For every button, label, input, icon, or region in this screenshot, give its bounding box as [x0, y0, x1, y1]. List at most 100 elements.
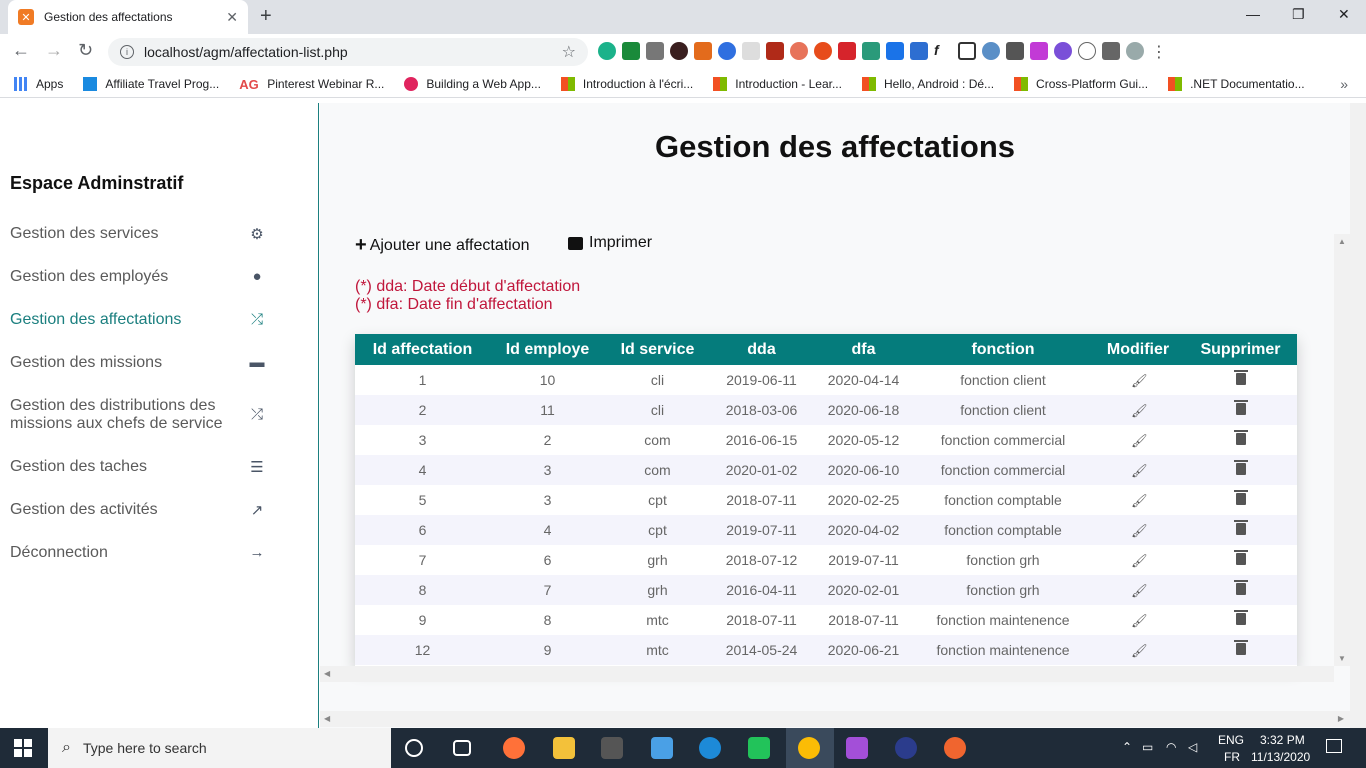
- edit-brush-icon[interactable]: 🖌: [1131, 433, 1148, 448]
- edit-brush-icon[interactable]: 🖌: [1131, 463, 1148, 478]
- extension-icon[interactable]: [694, 42, 712, 60]
- edit-brush-icon[interactable]: 🖌: [1131, 493, 1148, 508]
- extension-icon[interactable]: [910, 42, 928, 60]
- extension-icon[interactable]: [1078, 42, 1096, 60]
- sidebar-item-missions[interactable]: Gestion des missions: [10, 354, 270, 372]
- extension-icon[interactable]: [718, 42, 736, 60]
- sidebar-item-deconnection[interactable]: Déconnection: [10, 544, 270, 562]
- extension-icon[interactable]: [670, 42, 688, 60]
- bookmark-item[interactable]: Affiliate Travel Prog...: [83, 76, 219, 91]
- bookmarks-more-icon[interactable]: »: [1340, 76, 1348, 92]
- trash-icon[interactable]: [1233, 580, 1248, 595]
- camera-icon[interactable]: [646, 42, 664, 60]
- chrome-icon[interactable]: [798, 737, 820, 759]
- cortana-icon[interactable]: [405, 739, 423, 757]
- new-tab-icon[interactable]: +: [260, 5, 272, 28]
- extension-icon[interactable]: [886, 42, 904, 60]
- pdf-icon[interactable]: [838, 42, 856, 60]
- minimize-icon[interactable]: —: [1246, 6, 1260, 22]
- postman-icon[interactable]: [944, 737, 966, 759]
- restore-icon[interactable]: ❐: [1292, 6, 1305, 23]
- edit-brush-icon[interactable]: 🖌: [1131, 613, 1148, 628]
- info-icon[interactable]: i: [120, 45, 134, 59]
- avatar[interactable]: [1126, 42, 1144, 60]
- trash-icon[interactable]: [1233, 460, 1248, 475]
- edit-brush-icon[interactable]: 🖌: [1131, 373, 1148, 388]
- trash-icon[interactable]: [1233, 370, 1248, 385]
- trash-icon[interactable]: [1233, 430, 1248, 445]
- trash-icon[interactable]: [1233, 550, 1248, 565]
- edit-brush-icon[interactable]: 🖌: [1131, 553, 1148, 568]
- trash-icon[interactable]: [1233, 400, 1248, 415]
- volume-icon[interactable]: ◁: [1188, 740, 1197, 754]
- sidebar-item-taches[interactable]: Gestion des taches: [10, 458, 270, 476]
- bookmark-item[interactable]: Hello, Android : Dé...: [861, 76, 994, 91]
- phpstorm-icon[interactable]: [846, 737, 868, 759]
- extension-icon[interactable]: [598, 42, 616, 60]
- notifications-icon[interactable]: [1326, 739, 1342, 753]
- bookmark-item[interactable]: .NET Documentatio...: [1168, 76, 1305, 91]
- trash-icon[interactable]: [1233, 640, 1248, 655]
- store-icon[interactable]: [601, 737, 623, 759]
- extension-icon[interactable]: [862, 42, 880, 60]
- bookmark-item[interactable]: AG Pinterest Webinar R...: [239, 77, 384, 92]
- inner-horizontal-scrollbar[interactable]: ◀: [320, 666, 1334, 682]
- eclipse-icon[interactable]: [895, 737, 917, 759]
- extension-icon[interactable]: [622, 42, 640, 60]
- close-window-icon[interactable]: ✕: [1338, 6, 1350, 23]
- bookmark-item[interactable]: Cross-Platform Gui...: [1014, 76, 1148, 91]
- extension-icon[interactable]: [790, 42, 808, 60]
- forward-icon[interactable]: →: [45, 40, 63, 61]
- bookmark-item[interactable]: Introduction à l'écri...: [560, 76, 693, 91]
- print-button[interactable]: Imprimer: [568, 234, 652, 252]
- font-icon[interactable]: f: [934, 42, 952, 60]
- add-affectation-button[interactable]: + Ajouter une affectation: [355, 234, 530, 257]
- back-icon[interactable]: ←: [12, 40, 30, 61]
- sidebar-item-services[interactable]: Gestion des services: [10, 225, 270, 243]
- extension-icon[interactable]: [1054, 42, 1072, 60]
- edge-icon[interactable]: [699, 737, 721, 759]
- edit-brush-icon[interactable]: 🖌: [1131, 643, 1148, 658]
- sidebar-item-employes[interactable]: Gestion des employés: [10, 268, 270, 286]
- pycharm-icon[interactable]: [748, 737, 770, 759]
- browser-tab[interactable]: ✕ Gestion des affectations ✕: [8, 0, 248, 34]
- file-explorer-icon[interactable]: [553, 737, 575, 759]
- extension-icon[interactable]: [742, 42, 760, 60]
- sidebar-item-affectations[interactable]: Gestion des affectations: [10, 311, 270, 329]
- address-bar[interactable]: i localhost/agm/affectation-list.php ☆: [108, 38, 588, 66]
- extension-icon[interactable]: [982, 42, 1000, 60]
- screenshot-icon[interactable]: [958, 42, 976, 60]
- mail-icon[interactable]: [651, 737, 673, 759]
- taskbar-search[interactable]: ⌕ Type here to search: [48, 728, 391, 768]
- wifi-icon[interactable]: ◠: [1166, 740, 1176, 754]
- bookmark-item[interactable]: Building a Web App...: [404, 76, 541, 91]
- page-vertical-scrollbar[interactable]: [1350, 103, 1366, 728]
- trash-icon[interactable]: [1233, 520, 1248, 535]
- menu-kebab-icon[interactable]: ⋮: [1150, 42, 1168, 61]
- windows-start-icon[interactable]: [14, 739, 32, 757]
- edit-brush-icon[interactable]: 🖌: [1131, 403, 1148, 418]
- tab-close-icon[interactable]: ✕: [226, 9, 238, 26]
- tray-chevron-icon[interactable]: ⌃: [1122, 740, 1132, 754]
- edit-brush-icon[interactable]: 🖌: [1131, 523, 1148, 538]
- extension-icon[interactable]: [1030, 42, 1048, 60]
- firefox-icon[interactable]: [503, 737, 525, 759]
- clock-date[interactable]: 11/13/2020: [1251, 750, 1310, 764]
- task-view-icon[interactable]: [453, 740, 471, 756]
- page-horizontal-scrollbar[interactable]: ◀ ▶: [320, 711, 1350, 727]
- sidebar-item-activites[interactable]: Gestion des activités: [10, 501, 270, 519]
- bookmark-star-icon[interactable]: ☆: [562, 42, 576, 62]
- lang-top[interactable]: ENG: [1218, 733, 1244, 747]
- inner-vertical-scrollbar[interactable]: ▲ ▼: [1334, 234, 1350, 666]
- puzzle-icon[interactable]: [1102, 42, 1120, 60]
- bookmark-item[interactable]: Introduction - Lear...: [713, 76, 842, 91]
- extension-icon[interactable]: [814, 42, 832, 60]
- trash-icon[interactable]: [1233, 610, 1248, 625]
- extension-icon[interactable]: [766, 42, 784, 60]
- clock-time[interactable]: 3:32 PM: [1260, 733, 1305, 747]
- eyedropper-icon[interactable]: [1006, 42, 1024, 60]
- lang-bottom[interactable]: FR: [1224, 750, 1240, 764]
- sidebar-item-distributions[interactable]: Gestion des distributions des missions a…: [10, 397, 235, 433]
- battery-icon[interactable]: ▭: [1142, 740, 1153, 754]
- trash-icon[interactable]: [1233, 490, 1248, 505]
